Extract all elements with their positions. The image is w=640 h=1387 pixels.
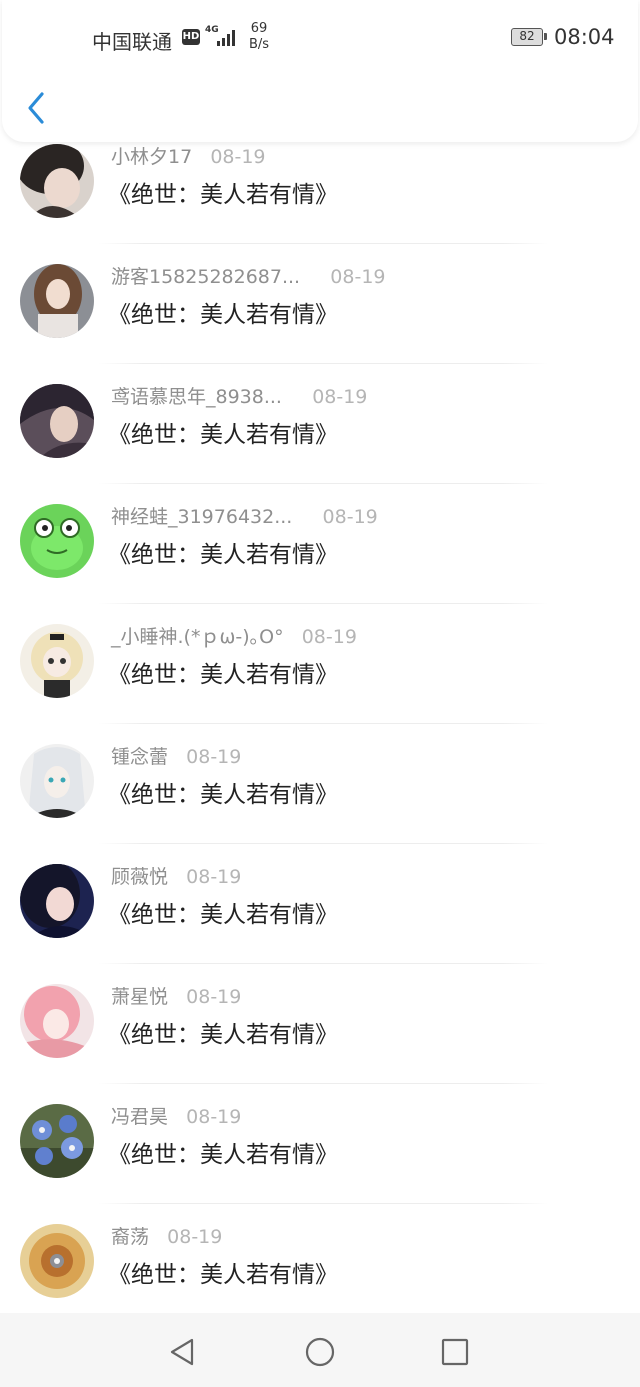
- divider: [98, 1083, 548, 1084]
- battery-level: 82: [519, 29, 535, 43]
- comment-text: 《绝世：美人若有情》: [108, 902, 338, 928]
- comment-text: 《绝世：美人若有情》: [108, 1142, 338, 1168]
- avatar[interactable]: [20, 744, 94, 818]
- comment-meta: 锺念蕾 08-19: [111, 742, 241, 769]
- navigation-bar: [0, 1313, 640, 1387]
- signal-icon: [217, 28, 239, 50]
- divider: [98, 723, 548, 724]
- comment-meta: 神经蛙_31976432... 08-19: [111, 502, 378, 529]
- comment-date: 08-19: [186, 1106, 242, 1128]
- comment-date: 08-19: [301, 626, 357, 648]
- header-bar: 中国联通 HD 4G 69 B/s 82 08:04: [2, 0, 638, 142]
- divider: [98, 363, 548, 364]
- username[interactable]: 神经蛙_31976432...: [111, 506, 292, 528]
- comment-meta: _小睡神.(*ｐω-)｡O° 08-19: [111, 622, 357, 649]
- username[interactable]: _小睡神.(*ｐω-)｡O°: [111, 626, 284, 648]
- avatar[interactable]: [20, 1104, 94, 1178]
- username[interactable]: 冯君昊: [111, 1106, 168, 1128]
- avatar[interactable]: [20, 624, 94, 698]
- comment-date: 08-19: [210, 146, 266, 168]
- comment-meta: 顾薇悦 08-19: [111, 862, 241, 889]
- comment-text: 《绝世：美人若有情》: [108, 182, 338, 208]
- list-item[interactable]: 游客15825282687... 08-19 《绝世：美人若有情》: [0, 245, 640, 365]
- comment-date: 08-19: [167, 1226, 223, 1248]
- nav-recents-button[interactable]: [439, 1336, 471, 1368]
- username[interactable]: 顾薇悦: [111, 866, 168, 888]
- divider: [98, 963, 548, 964]
- avatar[interactable]: [20, 984, 94, 1058]
- comment-text: 《绝世：美人若有情》: [108, 302, 338, 328]
- username[interactable]: 锺念蕾: [111, 746, 168, 768]
- avatar[interactable]: [20, 504, 94, 578]
- carrier-name: 中国联通: [92, 30, 172, 54]
- list-item[interactable]: 顾薇悦 08-19 《绝世：美人若有情》: [0, 845, 640, 965]
- comment-date: 08-19: [322, 506, 378, 528]
- comment-meta: 冯君昊 08-19: [111, 1102, 241, 1129]
- network-speed-unit: B/s: [249, 37, 270, 52]
- list-item[interactable]: 冯君昊 08-19 《绝世：美人若有情》: [0, 1085, 640, 1205]
- comment-date: 08-19: [186, 746, 242, 768]
- nav-home-button[interactable]: [304, 1336, 336, 1368]
- list-item[interactable]: 锺念蕾 08-19 《绝世：美人若有情》: [0, 725, 640, 845]
- list-item[interactable]: 萧星悦 08-19 《绝世：美人若有情》: [0, 965, 640, 1085]
- comment-date: 08-19: [186, 866, 242, 888]
- comment-text: 《绝世：美人若有情》: [108, 1022, 338, 1048]
- comment-text: 《绝世：美人若有情》: [108, 422, 338, 448]
- status-time: 08:04: [554, 25, 615, 49]
- comment-text: 《绝世：美人若有情》: [108, 542, 338, 568]
- list-item[interactable]: 鸢语慕思年_8938... 08-19 《绝世：美人若有情》: [0, 365, 640, 485]
- list-item[interactable]: 神经蛙_31976432... 08-19 《绝世：美人若有情》: [0, 485, 640, 605]
- avatar[interactable]: [20, 864, 94, 938]
- nav-back-button[interactable]: [166, 1336, 198, 1368]
- chevron-left-icon: [28, 92, 44, 124]
- divider: [98, 603, 548, 604]
- comment-meta: 裔荡 08-19: [111, 1222, 222, 1249]
- comment-meta: 鸢语慕思年_8938... 08-19: [111, 382, 367, 409]
- avatar[interactable]: [20, 264, 94, 338]
- comment-date: 08-19: [312, 386, 368, 408]
- battery-icon: 82: [511, 28, 547, 46]
- divider: [98, 483, 548, 484]
- avatar[interactable]: [20, 384, 94, 458]
- comment-text: 《绝世：美人若有情》: [108, 662, 338, 688]
- avatar[interactable]: [20, 1224, 94, 1298]
- comment-meta: 萧星悦 08-19: [111, 982, 241, 1009]
- divider: [98, 843, 548, 844]
- list-item[interactable]: 小林夕17 08-19 《绝世：美人若有情》: [0, 125, 640, 245]
- username[interactable]: 裔荡: [111, 1226, 149, 1248]
- avatar[interactable]: [20, 144, 94, 218]
- recents-square-icon: [441, 1338, 469, 1366]
- network-speed-value: 69: [250, 21, 268, 36]
- divider: [98, 243, 548, 244]
- list-item[interactable]: _小睡神.(*ｐω-)｡O° 08-19 《绝世：美人若有情》: [0, 605, 640, 725]
- username[interactable]: 鸢语慕思年_8938...: [111, 386, 282, 408]
- back-button[interactable]: [20, 88, 56, 128]
- comment-text: 《绝世：美人若有情》: [108, 1262, 338, 1288]
- divider: [98, 1203, 548, 1204]
- username[interactable]: 游客15825282687...: [111, 266, 300, 288]
- comment-meta: 游客15825282687... 08-19: [111, 262, 386, 289]
- status-bar: 中国联通 HD 4G 69 B/s 82 08:04: [2, 0, 638, 76]
- comment-list: 小林夕17 08-19 《绝世：美人若有情》 游客15825282687... …: [0, 125, 640, 1325]
- list-item[interactable]: 裔荡 08-19 《绝世：美人若有情》: [0, 1205, 640, 1325]
- network-speed: 69 B/s: [249, 21, 269, 53]
- comment-text: 《绝世：美人若有情》: [108, 782, 338, 808]
- comment-meta: 小林夕17 08-19: [111, 142, 266, 169]
- username[interactable]: 小林夕17: [111, 146, 192, 168]
- home-circle-icon: [305, 1337, 335, 1367]
- hd-badge: HD: [182, 29, 200, 45]
- comment-date: 08-19: [186, 986, 242, 1008]
- comment-date: 08-19: [330, 266, 386, 288]
- back-triangle-icon: [170, 1338, 194, 1366]
- username[interactable]: 萧星悦: [111, 986, 168, 1008]
